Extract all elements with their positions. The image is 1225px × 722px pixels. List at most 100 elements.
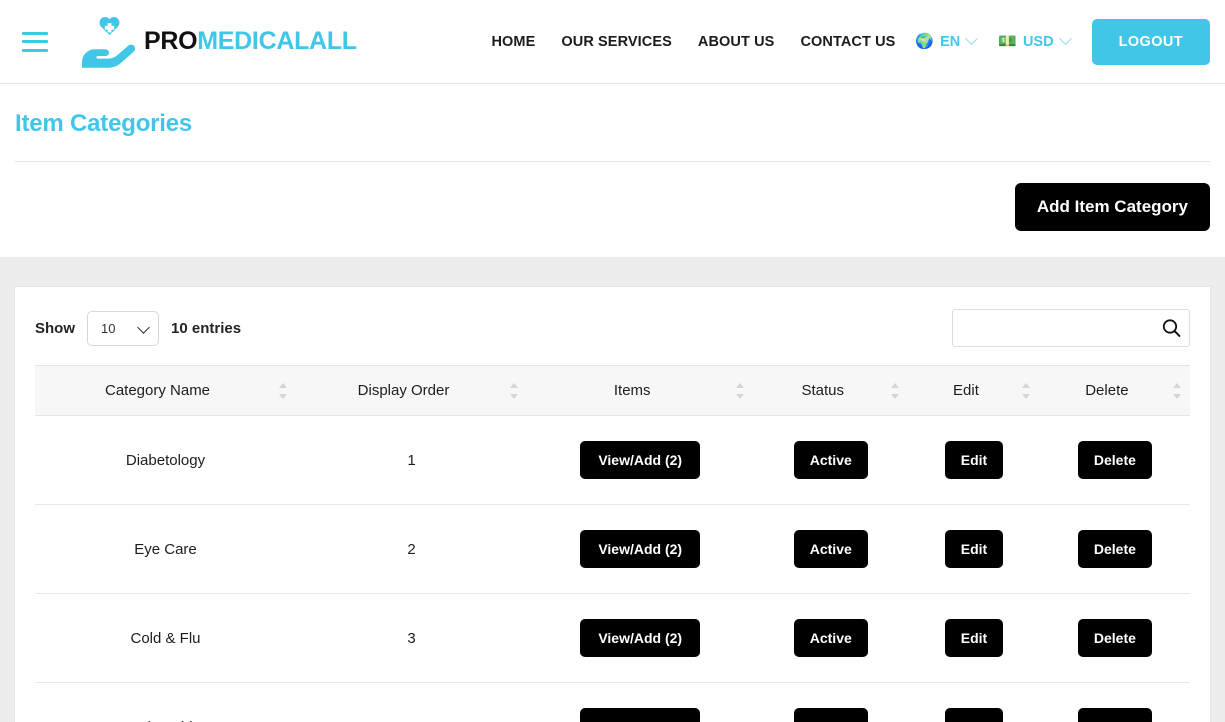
cell-items: View/Add (2) [527, 505, 753, 594]
brand-secondary: MEDICALALL [197, 27, 356, 55]
sort-icon[interactable] [890, 383, 899, 399]
cell-status: Active [753, 416, 908, 505]
page-length-group: Show 10 25 50 100 10 entries [35, 311, 241, 346]
edit-button[interactable]: Edit [945, 530, 1003, 568]
cell-display-order: 3 [296, 594, 527, 683]
globe-icon: 🌍 [915, 34, 934, 49]
edit-button[interactable]: Edit [945, 619, 1003, 657]
cell-display-order: 4 [296, 683, 527, 722]
cell-edit: Edit [908, 683, 1040, 722]
cell-status: Active [753, 594, 908, 683]
search-group [952, 309, 1190, 347]
sort-icon[interactable] [1172, 383, 1181, 399]
top-navbar: PROMEDICALALL HOME OUR SERVICES ABOUT US… [0, 0, 1225, 84]
datatable-card: Show 10 25 50 100 10 entries [14, 286, 1211, 722]
cell-category-name: First Aid [35, 683, 296, 722]
hamburger-menu-icon[interactable] [22, 32, 48, 52]
hamburger-bar [22, 49, 48, 52]
column-header-delete[interactable]: Delete [1040, 366, 1190, 416]
nav-link-about-us[interactable]: ABOUT US [698, 34, 775, 50]
nav-link-contact-us[interactable]: CONTACT US [800, 34, 895, 50]
add-item-category-button[interactable]: Add Item Category [1015, 183, 1210, 231]
language-selector[interactable]: 🌍 EN [915, 34, 976, 50]
table-row: Cold & Flu 3 View/Add (2) Active Edit De… [35, 594, 1190, 683]
column-label: Status [802, 382, 845, 399]
page-length-select[interactable]: 10 25 50 100 [87, 311, 159, 346]
column-header-category-name[interactable]: Category Name [35, 366, 296, 416]
cell-delete: Delete [1040, 505, 1190, 594]
view-add-items-button[interactable]: View/Add (2) [580, 708, 700, 722]
cell-status: Active [753, 505, 908, 594]
entries-count-label: 10 entries [171, 320, 241, 337]
sort-icon[interactable] [278, 383, 287, 399]
table-header-row: Category Name Display Order Items Status [35, 366, 1190, 416]
table-row: Eye Care 2 View/Add (2) Active Edit Dele… [35, 505, 1190, 594]
column-label: Display Order [358, 382, 450, 399]
banknote-icon: 💵 [998, 34, 1017, 49]
column-label: Category Name [105, 382, 210, 399]
status-badge-button[interactable]: Active [794, 530, 868, 568]
hamburger-bar [22, 40, 48, 43]
cell-items: View/Add (2) [527, 416, 753, 505]
nav-link-our-services[interactable]: OUR SERVICES [561, 34, 672, 50]
logout-button[interactable]: LOGOUT [1092, 19, 1210, 65]
item-categories-table: Category Name Display Order Items Status [35, 365, 1190, 722]
status-badge-button[interactable]: Active [794, 708, 868, 722]
chevron-down-icon [1059, 32, 1072, 45]
cell-edit: Edit [908, 416, 1040, 505]
cell-category-name: Cold & Flu [35, 594, 296, 683]
delete-button[interactable]: Delete [1078, 530, 1152, 568]
table-row: First Aid 4 View/Add (2) Active Edit Del… [35, 683, 1190, 722]
currency-selector[interactable]: 💵 USD [998, 34, 1069, 50]
view-add-items-button[interactable]: View/Add (2) [580, 530, 700, 568]
hamburger-bar [22, 32, 48, 35]
edit-button[interactable]: Edit [945, 708, 1003, 722]
cell-items: View/Add (2) [527, 594, 753, 683]
edit-button[interactable]: Edit [945, 441, 1003, 479]
page-title: Item Categories [15, 110, 1210, 138]
page-length-select-wrap: 10 25 50 100 [87, 311, 159, 346]
brand-logo[interactable]: PROMEDICALALL [78, 15, 357, 69]
cell-delete: Delete [1040, 594, 1190, 683]
status-badge-button[interactable]: Active [794, 441, 868, 479]
page-action-bar: Add Item Category [0, 162, 1225, 257]
view-add-items-button[interactable]: View/Add (2) [580, 619, 700, 657]
column-label: Edit [953, 382, 979, 399]
table-row: Diabetology 1 View/Add (2) Active Edit D… [35, 416, 1190, 505]
table-body: Diabetology 1 View/Add (2) Active Edit D… [35, 416, 1190, 722]
cell-edit: Edit [908, 505, 1040, 594]
cell-delete: Delete [1040, 683, 1190, 722]
nav-link-home[interactable]: HOME [491, 34, 535, 50]
cell-category-name: Eye Care [35, 505, 296, 594]
cell-status: Active [753, 683, 908, 722]
search-input[interactable] [952, 309, 1190, 347]
column-label: Delete [1085, 382, 1128, 399]
sort-icon[interactable] [735, 383, 744, 399]
delete-button[interactable]: Delete [1078, 619, 1152, 657]
column-header-status[interactable]: Status [753, 366, 908, 416]
view-add-items-button[interactable]: View/Add (2) [580, 441, 700, 479]
status-badge-button[interactable]: Active [794, 619, 868, 657]
cell-delete: Delete [1040, 416, 1190, 505]
cell-display-order: 1 [296, 416, 527, 505]
language-label: EN [940, 34, 960, 50]
cell-items: View/Add (2) [527, 683, 753, 722]
column-header-edit[interactable]: Edit [908, 366, 1040, 416]
delete-button[interactable]: Delete [1078, 708, 1152, 722]
search-button[interactable] [1162, 319, 1181, 338]
delete-button[interactable]: Delete [1078, 441, 1152, 479]
sort-icon[interactable] [509, 383, 518, 399]
currency-label: USD [1023, 34, 1054, 50]
column-header-display-order[interactable]: Display Order [296, 366, 527, 416]
show-label: Show [35, 320, 75, 337]
search-icon [1162, 319, 1181, 338]
chevron-down-icon [965, 32, 978, 45]
cell-category-name: Diabetology [35, 416, 296, 505]
cell-display-order: 2 [296, 505, 527, 594]
sort-icon[interactable] [1022, 383, 1031, 399]
column-label: Items [614, 382, 651, 399]
column-header-items[interactable]: Items [527, 366, 753, 416]
brand-text: PROMEDICALALL [144, 27, 357, 56]
datatable-controls: Show 10 25 50 100 10 entries [35, 309, 1190, 365]
cell-edit: Edit [908, 594, 1040, 683]
